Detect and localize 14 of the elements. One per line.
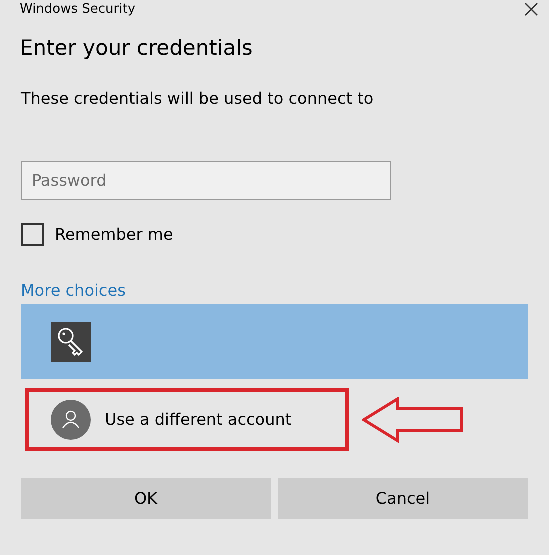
cancel-button[interactable]: Cancel [278, 478, 528, 519]
close-icon[interactable] [525, 2, 538, 16]
more-choices-link[interactable]: More choices [21, 281, 126, 300]
window-title: Windows Security [20, 2, 136, 16]
dialog-message: These credentials will be used to connect to [21, 89, 375, 108]
key-icon [51, 322, 91, 362]
remember-checkbox[interactable] [21, 223, 44, 246]
checkbox-label: Remember me [55, 225, 174, 244]
user-icon [51, 400, 91, 440]
credential-option[interactable] [21, 304, 528, 379]
ok-button[interactable]: OK [21, 478, 271, 519]
password-field[interactable]: Password [21, 161, 391, 200]
dialog-heading: Enter your credentials [20, 36, 254, 60]
account-option[interactable]: Use a different account [29, 392, 345, 447]
